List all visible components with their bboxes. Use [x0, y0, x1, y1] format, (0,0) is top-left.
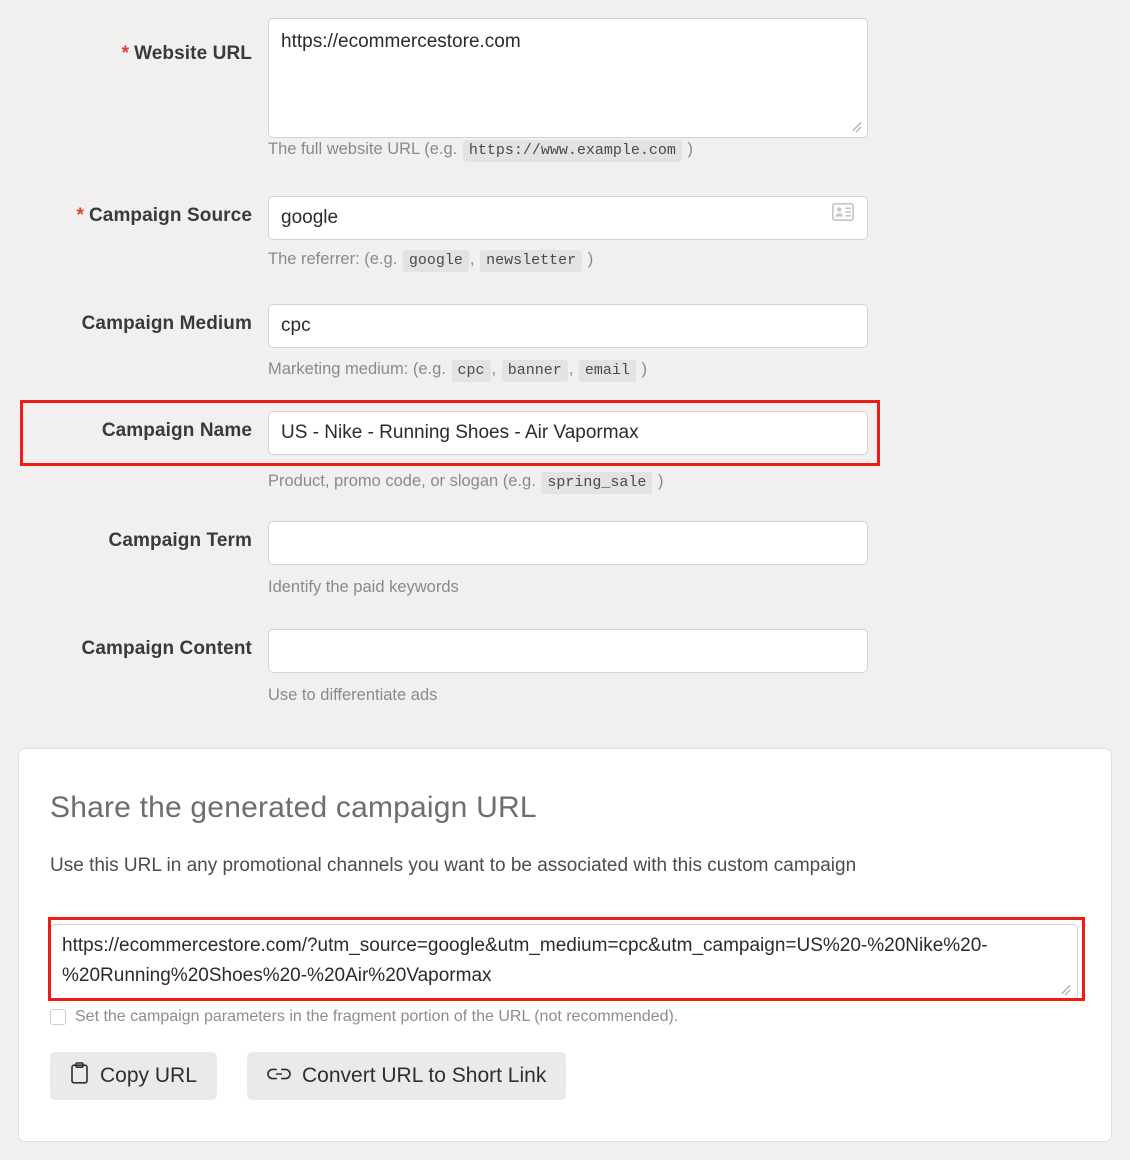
help-text-prefix: The referrer: (e.g. [268, 250, 397, 268]
help-campaign-name: Product, promo code, or slogan (e.g. spr… [268, 472, 664, 491]
label-campaign-content: Campaign Content [0, 638, 252, 660]
label-campaign-name: Campaign Name [0, 420, 252, 442]
help-text-prefix: Use to differentiate ads [268, 686, 437, 704]
share-card-title: Share the generated campaign URL [50, 791, 537, 825]
utm-builder-form: *Website URL The full website URL (e.g. … [0, 0, 1130, 728]
link-icon [267, 1064, 291, 1088]
control-website-url [268, 18, 868, 138]
help-campaign-term: Identify the paid keywords [268, 578, 459, 597]
copy-url-button-label: Copy URL [100, 1064, 197, 1088]
help-chip: email [579, 360, 636, 382]
help-text-prefix: The full website URL (e.g. [268, 140, 457, 158]
generated-url-textarea[interactable] [50, 924, 1078, 1000]
campaign-source-input[interactable] [268, 196, 868, 240]
help-chip: banner [502, 360, 568, 382]
required-asterisk-website-url: * [122, 43, 130, 64]
label-text-campaign-content: Campaign Content [82, 638, 253, 659]
label-text-campaign-source: Campaign Source [89, 205, 252, 226]
label-text-website-url: Website URL [134, 43, 252, 64]
copy-url-button[interactable]: Copy URL [50, 1052, 217, 1100]
control-campaign-medium [268, 304, 868, 348]
help-text-suffix: ) [658, 472, 664, 490]
required-asterisk-campaign-source: * [76, 205, 84, 226]
label-website-url: *Website URL [0, 43, 252, 65]
help-text-prefix: Marketing medium: (e.g. [268, 360, 446, 378]
convert-url-button-label: Convert URL to Short Link [302, 1064, 546, 1088]
label-campaign-source: *Campaign Source [0, 205, 252, 227]
fragment-option-label: Set the campaign parameters in the fragm… [75, 1008, 678, 1026]
help-chip: https://www.example.com [463, 140, 682, 162]
help-chip: google [403, 250, 469, 272]
help-text-suffix: ) [588, 250, 594, 268]
label-text-campaign-medium: Campaign Medium [82, 313, 252, 334]
control-campaign-name [268, 411, 868, 455]
control-campaign-source [268, 196, 868, 240]
help-campaign-content: Use to differentiate ads [268, 686, 437, 705]
help-text-suffix: ) [687, 140, 693, 158]
help-text-separator: , [492, 360, 497, 378]
label-campaign-medium: Campaign Medium [0, 313, 252, 335]
help-campaign-source: The referrer: (e.g. google, newsletter ) [268, 250, 593, 269]
help-chip: spring_sale [541, 472, 652, 494]
share-generated-url-card: Share the generated campaign URL Use thi… [18, 748, 1112, 1142]
fragment-option-row[interactable]: Set the campaign parameters in the fragm… [50, 1008, 678, 1026]
fragment-option-checkbox[interactable] [50, 1009, 66, 1025]
help-text-separator: , [569, 360, 574, 378]
website-url-textarea[interactable] [268, 18, 868, 138]
share-card-subtitle: Use this URL in any promotional channels… [50, 855, 856, 877]
convert-url-to-short-link-button[interactable]: Convert URL to Short Link [247, 1052, 566, 1100]
campaign-term-input[interactable] [268, 521, 868, 565]
help-text-prefix: Product, promo code, or slogan (e.g. [268, 472, 536, 490]
campaign-content-input[interactable] [268, 629, 868, 673]
help-text-prefix: Identify the paid keywords [268, 578, 459, 596]
help-text-separator: , [470, 250, 475, 268]
label-campaign-term: Campaign Term [0, 530, 252, 552]
help-chip: cpc [452, 360, 491, 382]
contact-card-icon[interactable] [832, 203, 854, 221]
help-website-url: The full website URL (e.g. https://www.e… [268, 140, 693, 159]
campaign-name-input[interactable] [268, 411, 868, 455]
help-chip: newsletter [480, 250, 582, 272]
label-text-campaign-term: Campaign Term [109, 530, 252, 551]
help-text-suffix: ) [642, 360, 648, 378]
help-campaign-medium: Marketing medium: (e.g. cpc, banner, ema… [268, 360, 647, 379]
campaign-medium-input[interactable] [268, 304, 868, 348]
clipboard-icon [70, 1062, 89, 1090]
control-campaign-content [268, 629, 868, 673]
control-campaign-term [268, 521, 868, 565]
label-text-campaign-name: Campaign Name [102, 420, 252, 441]
